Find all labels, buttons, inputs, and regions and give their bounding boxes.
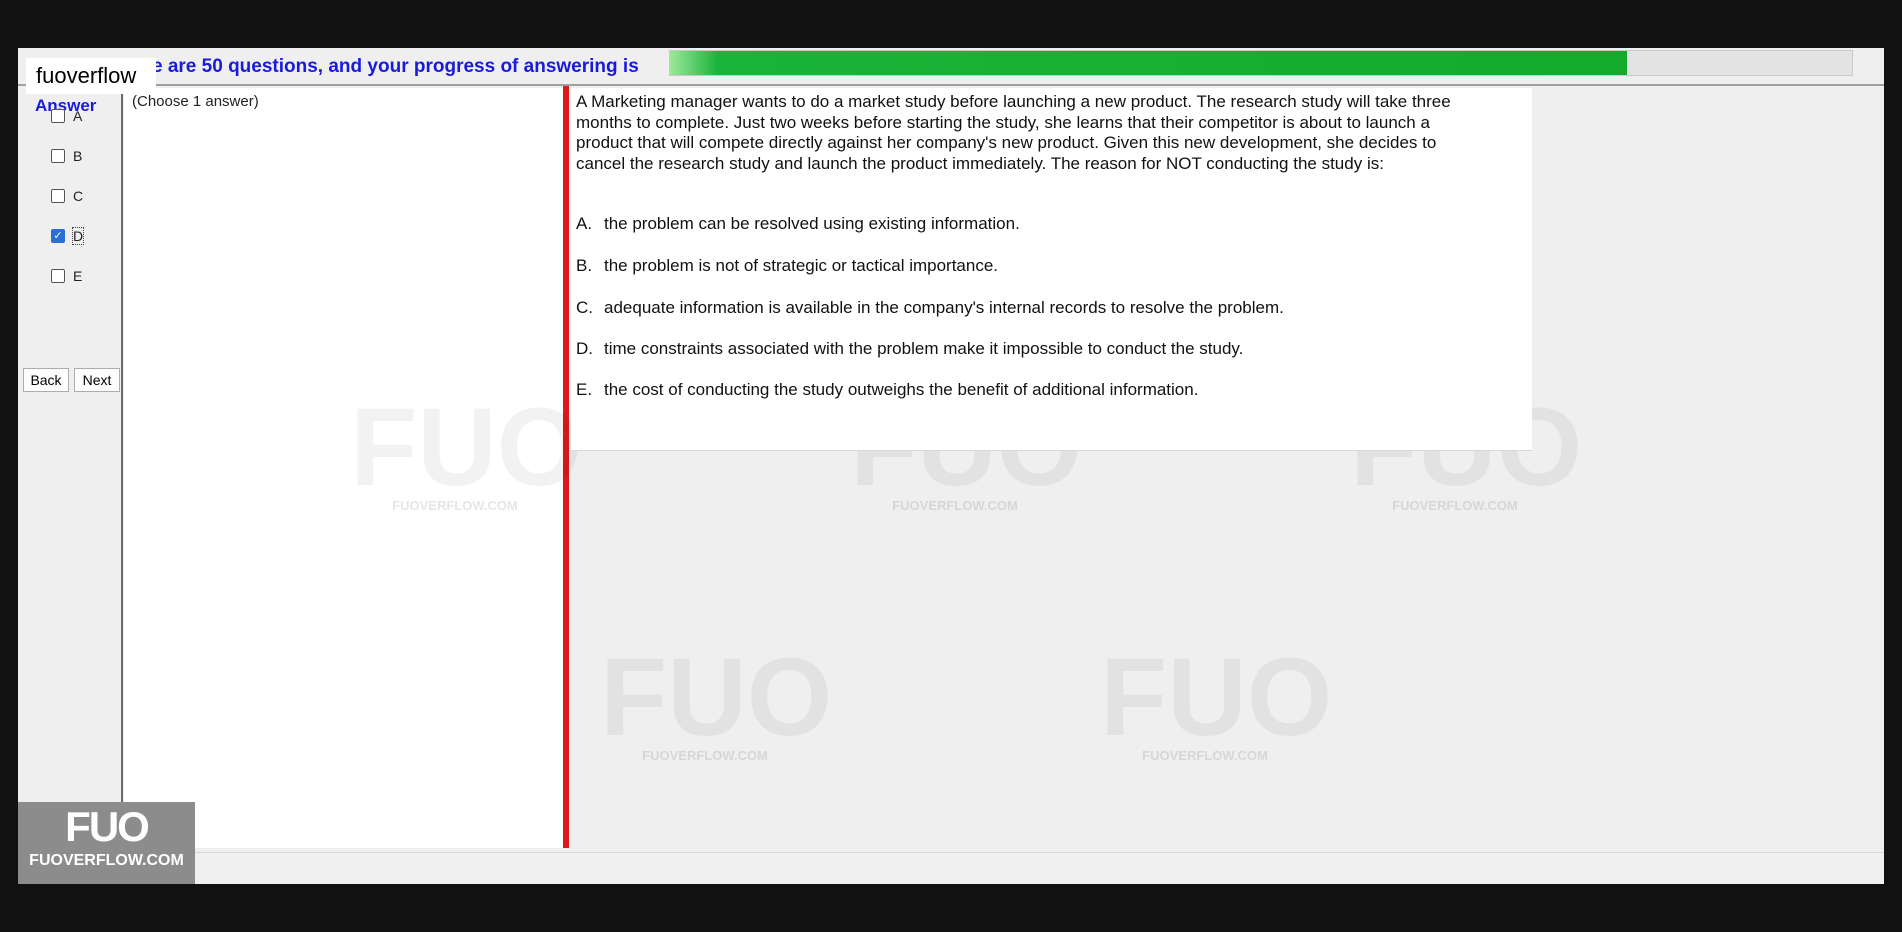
checkbox-c[interactable] xyxy=(51,189,65,203)
question-option-d: D. time constraints associated with the p… xyxy=(576,339,1243,359)
option-label-d: D xyxy=(71,227,85,245)
progress-bar xyxy=(669,50,1853,76)
answer-option-d[interactable]: ✓ D xyxy=(51,227,85,245)
checkbox-b[interactable] xyxy=(51,149,65,163)
checkmark-icon: ✓ xyxy=(53,229,63,242)
question-option-a: A. the problem can be resolved using exis… xyxy=(576,214,1020,234)
question-option-text: the problem is not of strategic or tacti… xyxy=(604,256,999,275)
question-option-text: the problem can be resolved using existi… xyxy=(604,214,1020,233)
answer-option-b[interactable]: B xyxy=(51,148,82,164)
back-button[interactable]: Back xyxy=(23,368,69,392)
logo-mark: FUO xyxy=(65,803,150,850)
question-option-letter: D. xyxy=(576,339,593,358)
question-option-c: C. adequate information is available in t… xyxy=(576,298,1284,318)
watermark-mark: FUO xyxy=(600,636,833,759)
question-option-letter: E. xyxy=(576,380,593,399)
watermark-mark: FUO xyxy=(1100,636,1333,759)
progress-bar-fill xyxy=(670,51,1628,75)
header-divider xyxy=(18,84,1884,86)
question-option-e: E. the cost of conducting the study outwe… xyxy=(576,380,1198,400)
next-button[interactable]: Next xyxy=(74,368,120,392)
option-label-c: C xyxy=(73,188,84,204)
sidebar-divider xyxy=(121,86,123,822)
question-option-letter: C. xyxy=(576,298,593,317)
watermark: FUO FUOVERFLOW.COM xyxy=(350,386,583,514)
checkbox-a[interactable] xyxy=(51,109,65,123)
watermark-mark: FUO xyxy=(350,386,583,509)
option-label-a: A xyxy=(73,108,83,124)
choose-instruction: (Choose 1 answer) xyxy=(132,93,259,110)
question-option-text: adequate information is available in the… xyxy=(604,298,1284,317)
question-option-letter: A. xyxy=(576,214,593,233)
answer-option-a[interactable]: A xyxy=(51,108,82,124)
question-text: A Marketing manager wants to do a market… xyxy=(576,92,1451,173)
option-label-e: E xyxy=(73,268,83,284)
exam-window: e are 50 questions, and your progress of… xyxy=(18,48,1884,884)
question-panel: A Marketing manager wants to do a market… xyxy=(571,88,1532,451)
status-bar xyxy=(18,852,1884,884)
option-label-b: B xyxy=(73,148,83,164)
watermark: FUO FUOVERFLOW.COM xyxy=(600,636,833,764)
question-option-b: B. the problem is not of strategic or tac… xyxy=(576,256,998,276)
checkbox-d[interactable]: ✓ xyxy=(51,229,65,243)
watermark: FUO FUOVERFLOW.COM xyxy=(1100,636,1333,764)
site-logo: FUO FUOVERFLOW.COM xyxy=(18,802,195,884)
answer-option-e[interactable]: E xyxy=(51,268,82,284)
question-option-text: time constraints associated with the pro… xyxy=(604,339,1244,358)
logo-url: FUOVERFLOW.COM xyxy=(29,852,184,869)
brand-label: fuoverflow xyxy=(26,58,156,94)
answer-option-c[interactable]: C xyxy=(51,188,83,204)
checkbox-e[interactable] xyxy=(51,269,65,283)
progress-text: e are 50 questions, and your progress of… xyxy=(152,56,639,77)
question-option-text: the cost of conducting the study outweig… xyxy=(604,380,1199,399)
question-option-letter: B. xyxy=(576,256,593,275)
